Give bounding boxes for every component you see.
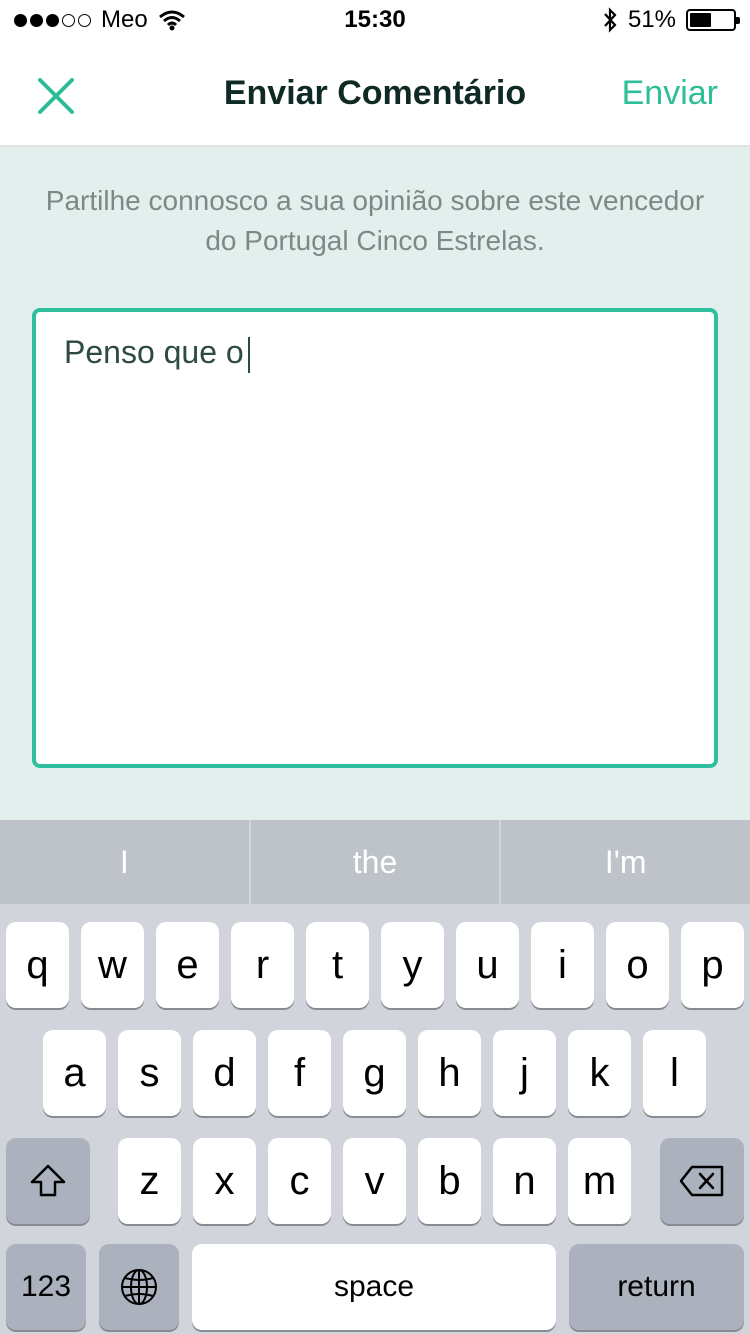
key-r[interactable]: r bbox=[231, 922, 294, 1008]
backspace-icon bbox=[679, 1165, 724, 1197]
key-c[interactable]: c bbox=[268, 1138, 331, 1224]
key-x[interactable]: x bbox=[193, 1138, 256, 1224]
return-key[interactable]: return bbox=[569, 1244, 744, 1330]
globe-key[interactable] bbox=[99, 1244, 179, 1330]
key-d[interactable]: d bbox=[193, 1030, 256, 1116]
key-e[interactable]: e bbox=[156, 922, 219, 1008]
text-caret bbox=[247, 336, 250, 373]
key-b[interactable]: b bbox=[418, 1138, 481, 1224]
key-p[interactable]: p bbox=[681, 922, 744, 1008]
battery-fill bbox=[690, 13, 712, 27]
battery-percent: 51% bbox=[627, 6, 676, 33]
key-u[interactable]: u bbox=[456, 922, 519, 1008]
key-i[interactable]: i bbox=[531, 922, 594, 1008]
key-m[interactable]: m bbox=[568, 1138, 631, 1224]
key-l[interactable]: l bbox=[643, 1030, 706, 1116]
comment-text: Penso que o bbox=[64, 334, 250, 373]
battery-icon bbox=[686, 9, 740, 31]
key-n[interactable]: n bbox=[493, 1138, 556, 1224]
key-s[interactable]: s bbox=[118, 1030, 181, 1116]
comment-value: Penso que o bbox=[64, 334, 244, 370]
bluetooth-icon bbox=[604, 7, 617, 33]
navigation-bar: Enviar Comentário Enviar bbox=[0, 40, 750, 147]
numbers-key[interactable]: 123 bbox=[6, 1244, 86, 1330]
key-g[interactable]: g bbox=[343, 1030, 406, 1116]
key-w[interactable]: w bbox=[81, 922, 144, 1008]
shift-icon bbox=[30, 1164, 66, 1197]
status-bar: Meo 15:30 51% bbox=[0, 0, 750, 40]
comment-form: Partilhe connosco a sua opinião sobre es… bbox=[0, 147, 750, 820]
globe-icon bbox=[121, 1269, 157, 1305]
comment-prompt: Partilhe connosco a sua opinião sobre es… bbox=[45, 185, 705, 256]
predictive-suggestions: I the I'm bbox=[0, 820, 750, 904]
key-q[interactable]: q bbox=[6, 922, 69, 1008]
suggestion-item[interactable]: I'm bbox=[501, 820, 750, 904]
space-key[interactable]: space bbox=[192, 1244, 556, 1330]
key-o[interactable]: o bbox=[606, 922, 669, 1008]
key-h[interactable]: h bbox=[418, 1030, 481, 1116]
key-z[interactable]: z bbox=[118, 1138, 181, 1224]
key-k[interactable]: k bbox=[568, 1030, 631, 1116]
comment-textarea[interactable]: Penso que o bbox=[32, 308, 718, 768]
key-v[interactable]: v bbox=[343, 1138, 406, 1224]
key-f[interactable]: f bbox=[268, 1030, 331, 1116]
suggestion-item[interactable]: the bbox=[251, 820, 502, 904]
key-y[interactable]: y bbox=[381, 922, 444, 1008]
send-button[interactable]: Enviar bbox=[622, 74, 718, 113]
key-j[interactable]: j bbox=[493, 1030, 556, 1116]
backspace-key[interactable] bbox=[660, 1138, 744, 1224]
suggestion-item[interactable]: I bbox=[0, 820, 251, 904]
keyboard: q w e r t y u i o p a s d f g h j k l z … bbox=[0, 904, 750, 1334]
status-right: 51% bbox=[602, 6, 740, 34]
shift-key[interactable] bbox=[6, 1138, 90, 1224]
key-a[interactable]: a bbox=[43, 1030, 106, 1116]
key-t[interactable]: t bbox=[306, 922, 369, 1008]
